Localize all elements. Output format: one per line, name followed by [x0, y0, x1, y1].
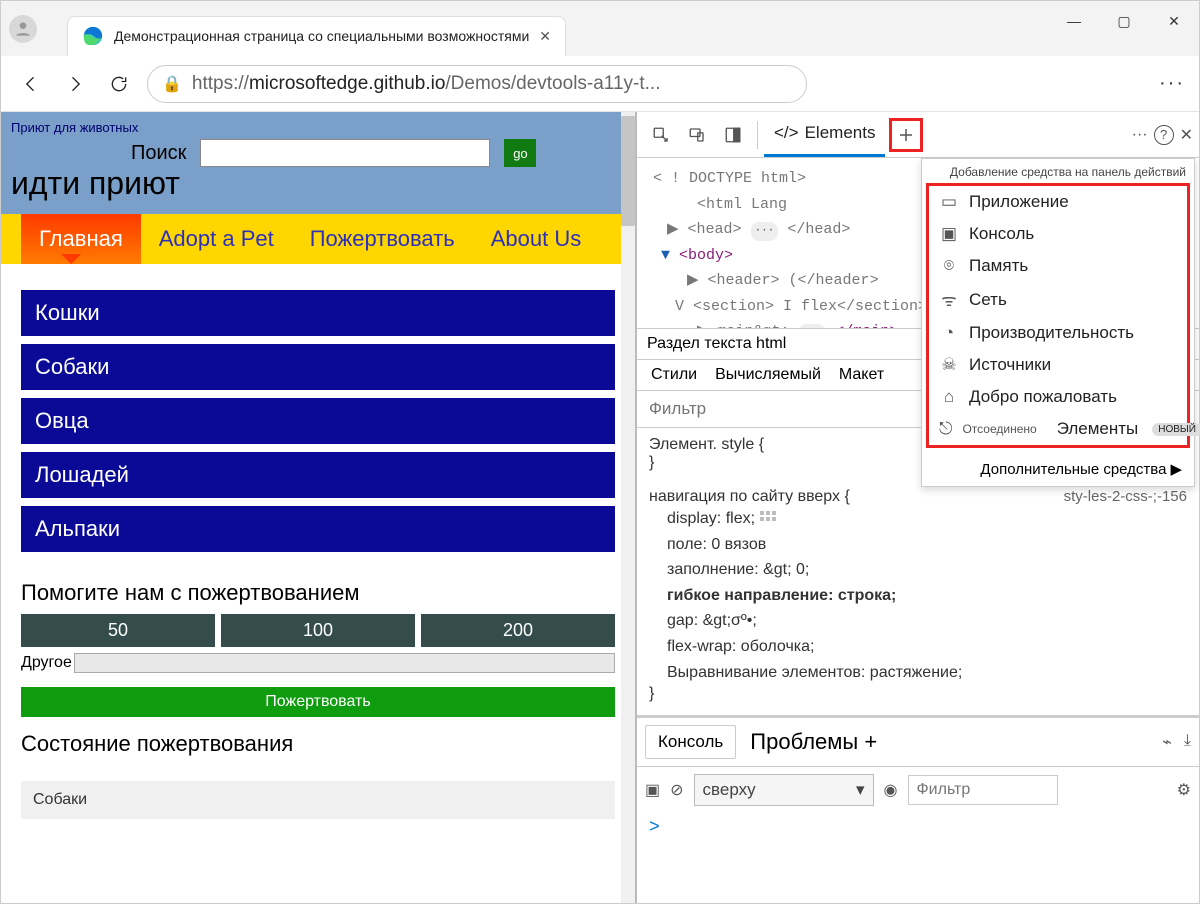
device-toggle-icon[interactable] [679, 126, 715, 144]
page-headline: идти приют [11, 165, 625, 202]
donate-amount-button[interactable]: 100 [221, 614, 415, 647]
devtools-close-icon[interactable]: ✕ [1180, 125, 1193, 145]
devtools-panel: </> Elements ··· ? ✕ Добавление средства… [635, 112, 1199, 903]
wifi-icon: ᯤ [939, 288, 959, 311]
console-icon: ▣ [939, 224, 959, 244]
dropdown-item-performance[interactable]: ◔Производительность [929, 317, 1187, 349]
window-controls: — ▢ ✕ [1049, 1, 1199, 41]
more-icon[interactable]: ··· [1132, 126, 1148, 144]
dock-drawer-icon[interactable]: ⤓ [1184, 732, 1191, 752]
site-title: Приют для животных [11, 120, 625, 135]
search-input[interactable] [200, 139, 490, 167]
nav-item-adopt[interactable]: Adopt a Pet [141, 214, 292, 264]
window-titlebar: Демонстрационная страница со специальным… [1, 1, 1199, 56]
gear-icon[interactable]: ⚙ [1177, 780, 1191, 800]
dropdown-item-detached[interactable]: ⎋ОтсоединеноЭлементыНОВЫЙ [929, 413, 1187, 445]
dropdown-item-welcome[interactable]: ⌂Добро пожаловать [929, 381, 1187, 413]
donate-amount-button[interactable]: 50 [21, 614, 215, 647]
donate-heading: Помогите нам с пожертвованием [1, 566, 635, 614]
add-tool-button[interactable] [889, 118, 923, 152]
category-item[interactable]: Лошадей [21, 452, 615, 498]
category-list: Кошки Собаки Овца Лошадей Альпаки [1, 264, 635, 566]
tab-close-icon[interactable]: ✕ [539, 28, 551, 45]
home-icon: ⌂ [939, 387, 959, 407]
elements-tab[interactable]: </> Elements [764, 112, 885, 157]
memory-icon: ⌾ [939, 256, 959, 276]
application-icon: ▭ [939, 192, 959, 212]
gauge-icon: ◔ [939, 323, 959, 343]
dropdown-item-console[interactable]: ▣Консоль [929, 218, 1187, 250]
devtools-topbar: </> Elements ··· ? ✕ [637, 112, 1199, 158]
context-select[interactable]: сверху▾ [694, 774, 874, 806]
dropdown-item-memory[interactable]: ⌾Память [929, 250, 1187, 282]
page-nav: Главная Adopt a Pet Пожертвовать About U… [1, 214, 635, 264]
donate-amount-button[interactable]: 200 [421, 614, 615, 647]
flex-badge-icon[interactable] [760, 506, 778, 532]
dropdown-footer[interactable]: Дополнительные средства▶ [922, 452, 1194, 486]
status-item: Собаки [21, 781, 615, 819]
donate-button[interactable]: Пожертвовать [21, 687, 615, 717]
search-label: Поиск [131, 142, 186, 165]
refresh-button[interactable] [103, 68, 135, 100]
browser-menu-button[interactable]: ··· [1159, 72, 1185, 95]
console-drawer-tabs: Консоль Проблемы + ⌁ ⤓ [637, 716, 1199, 766]
detach-icon: ⎋ [939, 419, 952, 439]
issues-tab[interactable]: Проблемы + [750, 729, 877, 755]
category-item[interactable]: Кошки [21, 290, 615, 336]
page-scrollbar[interactable] [621, 112, 635, 903]
console-tab-drawer[interactable]: Консоль [645, 725, 736, 759]
edge-icon [82, 25, 104, 47]
category-item[interactable]: Альпаки [21, 506, 615, 552]
clear-icon[interactable]: ⊘ [670, 780, 683, 800]
computed-tab[interactable]: Вычисляемый [715, 366, 821, 384]
url-text: https://microsoftedge.github.io/Demos/de… [192, 73, 661, 95]
profile-avatar[interactable] [9, 15, 37, 43]
live-expr-icon[interactable]: ◉ [884, 780, 898, 800]
close-button[interactable]: ✕ [1149, 1, 1199, 41]
help-icon[interactable]: ? [1154, 125, 1174, 145]
category-item[interactable]: Собаки [21, 344, 615, 390]
dropdown-header: Добавление средства на панель действий [922, 159, 1194, 183]
dock-icon[interactable] [715, 126, 751, 144]
nav-item-donate[interactable]: Пожертвовать [292, 214, 473, 264]
tab-title: Демонстрационная страница со специальным… [114, 28, 529, 44]
page-header: Приют для животных Поиск go идти приют [1, 112, 635, 214]
address-bar[interactable]: 🔒 https://microsoftedge.github.io/Demos/… [147, 65, 807, 103]
code-icon: </> [774, 123, 799, 143]
console-filter-input[interactable] [908, 775, 1058, 805]
console-toolbar: ▣ ⊘ сверху▾ ◉ ⚙ [637, 766, 1199, 812]
styles-tab[interactable]: Стили [651, 366, 697, 384]
maximize-button[interactable]: ▢ [1099, 1, 1149, 41]
inspect-icon[interactable] [643, 126, 679, 144]
other-amount-input[interactable] [74, 653, 615, 673]
category-item[interactable]: Овца [21, 398, 615, 444]
sidebar-toggle-icon[interactable]: ▣ [645, 780, 660, 800]
go-button[interactable]: go [504, 139, 536, 167]
chevron-down-icon: ▾ [856, 780, 865, 800]
console-prompt[interactable]: > [637, 812, 1199, 844]
back-button[interactable] [15, 68, 47, 100]
browser-toolbar: 🔒 https://microsoftedge.github.io/Demos/… [1, 56, 1199, 112]
chevron-right-icon: ▶ [1170, 460, 1182, 478]
status-heading: Состояние пожертвования [1, 717, 635, 765]
lock-icon: 🔒 [162, 74, 182, 94]
nav-item-about[interactable]: About Us [473, 214, 600, 264]
bug-icon: ☠ [939, 355, 959, 375]
dropdown-item-sources[interactable]: ☠Источники [929, 349, 1187, 381]
layout-tab[interactable]: Макет [839, 366, 884, 384]
forward-button[interactable] [59, 68, 91, 100]
breakpoint-icon[interactable]: ⌁ [1162, 732, 1172, 752]
page-viewport: Приют для животных Поиск go идти приют Г… [1, 112, 635, 903]
other-label: Другое [21, 654, 72, 672]
nav-item-home[interactable]: Главная [21, 214, 141, 264]
browser-tab[interactable]: Демонстрационная страница со специальным… [67, 16, 566, 56]
person-icon [13, 19, 33, 39]
dropdown-item-application[interactable]: ▭Приложение [929, 186, 1187, 218]
tools-dropdown: Добавление средства на панель действий ▭… [921, 158, 1195, 487]
minimize-button[interactable]: — [1049, 1, 1099, 41]
donate-amounts: 50 100 200 [1, 614, 635, 647]
dropdown-item-network[interactable]: ᯤСеть [929, 282, 1187, 317]
